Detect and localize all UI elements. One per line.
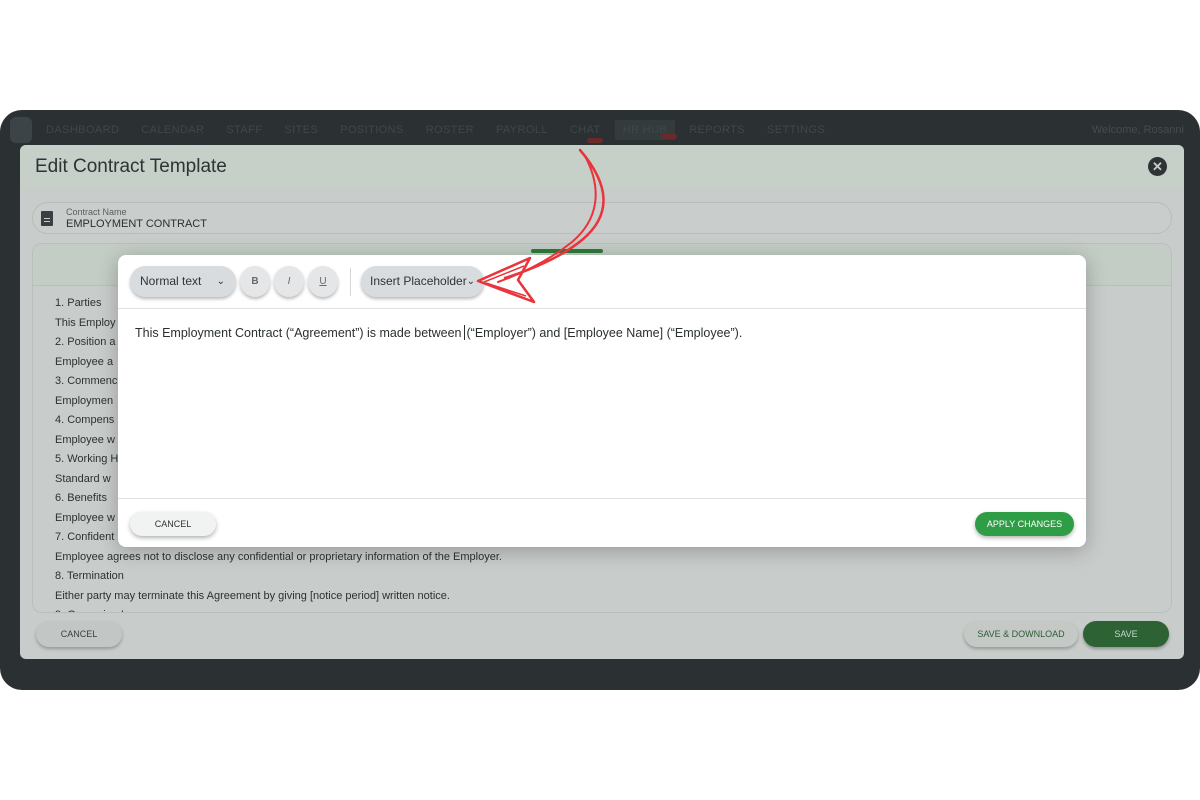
text-style-value: Normal text [140,274,202,288]
nav-dashboard[interactable]: DASHBOARD [46,124,119,136]
editor-body[interactable]: This Employment Contract (“Agreement”) i… [118,309,1086,499]
contract-line: 8. Termination [55,570,124,582]
nav-hr-hub[interactable]: HR HUB [614,120,678,140]
contract-line: Employee agrees not to disclose any conf… [55,550,502,563]
text-before-caret: This Employment Contract (“Agreement”) i… [135,326,462,340]
bold-button[interactable]: B [240,266,270,297]
nav-positions[interactable]: POSITIONS [340,124,404,136]
chevron-down-icon: ⌄ [216,276,225,287]
editor-text[interactable]: This Employment Contract (“Agreement”) i… [135,325,1086,340]
edit-modal-header: Edit Contract Template ✕ [20,145,1184,188]
editor-cancel-button[interactable]: CANCEL [130,512,216,536]
text-style-select[interactable]: Normal text ⌄ [130,266,236,297]
contract-line: Either party may terminate this Agreemen… [55,589,450,602]
app-logo-icon [10,117,32,143]
chevron-down-icon: ⌄ [466,276,475,287]
nav-roster[interactable]: ROSTER [426,124,474,136]
nav-calendar[interactable]: CALENDAR [141,124,204,136]
cancel-button[interactable]: CANCEL [36,621,122,647]
editor-toolbar: Normal text ⌄ B I U Insert Placeholder ⌄ [118,255,1086,309]
hr-hub-badge [661,134,678,139]
contract-name-label: Contract Name [66,207,127,217]
top-navbar: DASHBOARD CALENDAR STAFF SITES POSITIONS… [0,110,1200,150]
nav-reports[interactable]: REPORTS [689,124,745,136]
toolbar-divider [350,268,351,296]
insert-placeholder-label: Insert Placeholder [370,274,467,288]
apply-changes-button[interactable]: APPLY CHANGES [975,512,1074,536]
save-button[interactable]: SAVE [1083,621,1169,647]
underline-button[interactable]: U [308,266,338,297]
rich-text-editor-dialog: Normal text ⌄ B I U Insert Placeholder ⌄… [118,255,1086,547]
active-tab-indicator [531,249,603,253]
italic-button[interactable]: I [274,266,304,297]
text-after-caret: (“Employer”) and [Employee Name] (“Emplo… [466,326,743,340]
contract-name-value: EMPLOYMENT CONTRACT [66,218,207,230]
document-icon [41,211,53,226]
nav-staff[interactable]: STAFF [226,124,262,136]
nav-payroll[interactable]: PAYROLL [496,124,548,136]
save-download-button[interactable]: SAVE & DOWNLOAD [964,621,1078,647]
welcome-text: Welcome, Rosanni [1091,124,1184,136]
insert-placeholder-select[interactable]: Insert Placeholder ⌄ [361,266,484,297]
chat-badge [586,138,603,143]
nav-sites[interactable]: SITES [284,124,318,136]
nav-settings[interactable]: SETTINGS [767,124,825,136]
modal-title: Edit Contract Template [35,155,227,177]
close-icon[interactable]: ✕ [1148,157,1167,176]
contract-line: 9. Governing Law [55,606,1171,612]
text-caret [463,325,465,340]
nav-chat-label: CHAT [569,124,601,136]
nav-chat[interactable]: CHAT [569,124,603,143]
contract-name-field[interactable]: Contract Name EMPLOYMENT CONTRACT [32,202,1172,234]
